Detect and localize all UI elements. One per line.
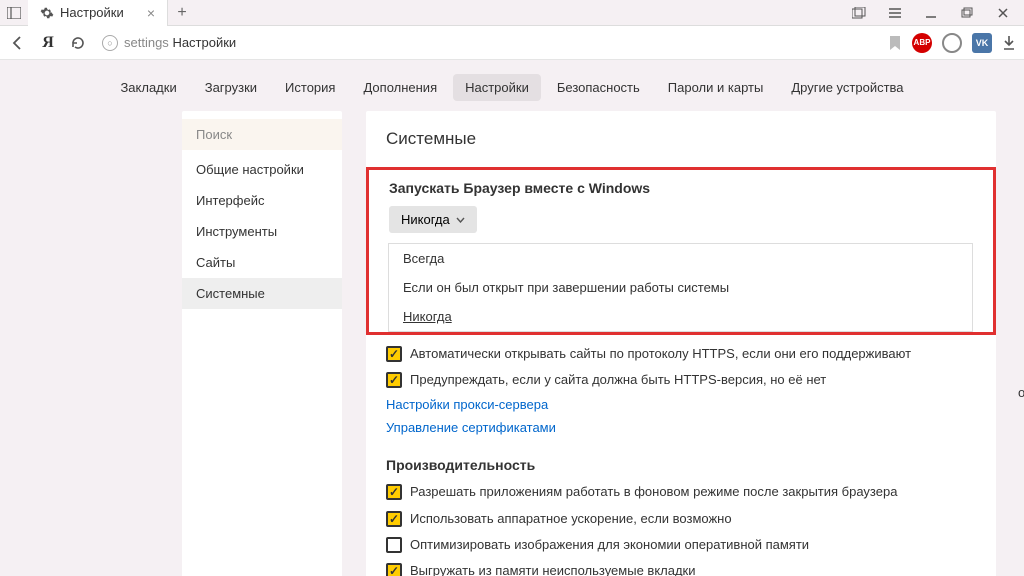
copy-window-icon[interactable] <box>842 0 876 26</box>
dropdown-option[interactable]: Если он был открыт при завершении работы… <box>389 273 972 302</box>
new-tab-button[interactable]: + <box>168 4 196 22</box>
performance-title: Производительность <box>386 439 976 479</box>
yandex-logo-icon[interactable]: Я <box>38 33 58 53</box>
dropdown-option[interactable]: Никогда <box>389 302 972 331</box>
setting-label: Использовать аппаратное ускорение, если … <box>410 510 732 528</box>
setting-row: Оптимизировать изображения для экономии … <box>386 532 976 558</box>
checkbox[interactable] <box>386 563 402 576</box>
sidebar-item[interactable]: Сайты <box>182 247 342 278</box>
globe-icon[interactable] <box>942 33 962 53</box>
sidebar-item[interactable]: Интерфейс <box>182 185 342 216</box>
settings-sidebar: Поиск Общие настройкиИнтерфейсИнструмент… <box>182 111 342 576</box>
settings-top-nav: ЗакладкиЗагрузкиИсторияДополненияНастрой… <box>0 60 1024 111</box>
setting-label: Разрешать приложениям работать в фоновом… <box>410 483 897 501</box>
url-text: settings Настройки <box>124 35 236 50</box>
adblock-icon[interactable]: ABP <box>912 33 932 53</box>
setting-label: Оптимизировать изображения для экономии … <box>410 536 809 554</box>
window-titlebar: Настройки × + <box>0 0 1024 26</box>
maximize-icon[interactable] <box>950 0 984 26</box>
checkbox[interactable] <box>386 346 402 362</box>
setting-row: Разрешать приложениям работать в фоновом… <box>386 479 976 505</box>
topnav-item[interactable]: Пароли и карты <box>656 74 776 101</box>
setting-row: Выгружать из памяти неиспользуемые вклад… <box>386 558 976 576</box>
vk-icon[interactable]: VK <box>972 33 992 53</box>
section-title: Системные <box>366 129 996 157</box>
close-tab-icon[interactable]: × <box>147 5 155 21</box>
highlighted-region: Запускать Браузер вместе с Windows Никог… <box>366 167 996 335</box>
settings-link[interactable]: Управление сертификатами <box>386 416 976 439</box>
minimize-icon[interactable] <box>914 0 948 26</box>
topnav-item[interactable]: Загрузки <box>193 74 269 101</box>
sidebar-search[interactable]: Поиск <box>182 119 342 150</box>
checkbox[interactable] <box>386 484 402 500</box>
topnav-item[interactable]: Другие устройства <box>779 74 915 101</box>
launch-with-windows-title: Запускать Браузер вместе с Windows <box>389 180 973 196</box>
panel-toggle-icon[interactable] <box>0 0 28 26</box>
sidebar-item[interactable]: Общие настройки <box>182 154 342 185</box>
menu-icon[interactable] <box>878 0 912 26</box>
dropdown-selected-label: Никогда <box>401 212 450 227</box>
reload-icon[interactable] <box>68 33 88 53</box>
address-input[interactable]: ○ settings Настройки <box>98 35 878 51</box>
browser-tab[interactable]: Настройки × <box>28 0 168 26</box>
topnav-item[interactable]: Настройки <box>453 74 541 101</box>
setting-label: Автоматически открывать сайты по протоко… <box>410 345 911 363</box>
gost-text-fragment: о ГОСТ. Требуется КриптоПро CSP. <box>1018 385 1024 400</box>
chevron-down-icon <box>456 217 465 223</box>
topnav-item[interactable]: Безопасность <box>545 74 652 101</box>
setting-label: Выгружать из памяти неиспользуемые вклад… <box>410 562 696 576</box>
back-icon[interactable] <box>8 33 28 53</box>
launch-dropdown-menu: ВсегдаЕсли он был открыт при завершении … <box>388 243 973 332</box>
checkbox[interactable] <box>386 511 402 527</box>
bookmark-icon[interactable] <box>888 35 902 51</box>
tab-title: Настройки <box>60 5 124 20</box>
setting-label: Предупреждать, если у сайта должна быть … <box>410 371 826 389</box>
topnav-item[interactable]: Дополнения <box>351 74 449 101</box>
settings-link[interactable]: Настройки прокси-сервера <box>386 393 976 416</box>
sidebar-item[interactable]: Системные <box>182 278 342 309</box>
setting-row: Автоматически открывать сайты по протоко… <box>386 341 976 367</box>
checkbox[interactable] <box>386 537 402 553</box>
launch-dropdown-button[interactable]: Никогда <box>389 206 477 233</box>
topnav-item[interactable]: История <box>273 74 347 101</box>
dropdown-option[interactable]: Всегда <box>389 244 972 273</box>
close-window-icon[interactable] <box>986 0 1020 26</box>
sidebar-item[interactable]: Инструменты <box>182 216 342 247</box>
address-bar: Я ○ settings Настройки ABP VK <box>0 26 1024 60</box>
settings-content: Системные Запускать Браузер вместе с Win… <box>366 111 996 576</box>
setting-row: Использовать аппаратное ускорение, если … <box>386 506 976 532</box>
topnav-item[interactable]: Закладки <box>108 74 188 101</box>
setting-row: Предупреждать, если у сайта должна быть … <box>386 367 976 393</box>
gear-icon <box>40 6 54 20</box>
download-icon[interactable] <box>1002 35 1016 51</box>
site-info-icon[interactable]: ○ <box>102 35 118 51</box>
checkbox[interactable] <box>386 372 402 388</box>
